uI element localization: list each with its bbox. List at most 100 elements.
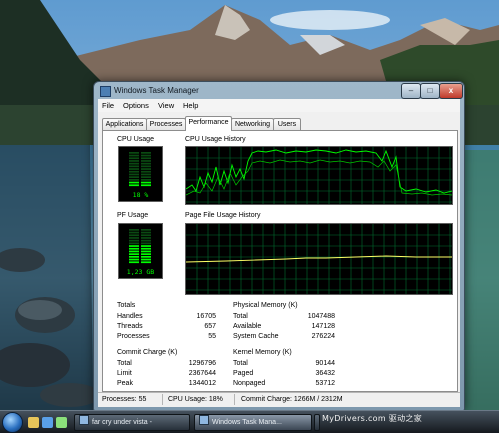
meter-segment-dim [141, 176, 151, 178]
meter-segment-dim [141, 165, 151, 168]
switch-windows-icon[interactable] [56, 417, 67, 428]
meter-segment-dim [141, 231, 151, 234]
commit-row-limit: Limit 2367644 [117, 370, 216, 380]
stat-value: 2367644 [188, 370, 216, 377]
meter-segment-dim [129, 170, 139, 173]
task-manager-window: Windows Task Manager – □ x File Options … [93, 81, 465, 411]
browser-window-icon [79, 415, 89, 425]
page-file-history-graph [185, 223, 453, 295]
menu-help[interactable]: Help [183, 101, 198, 110]
menu-file[interactable]: File [102, 101, 114, 110]
pf-history-chart [186, 224, 452, 294]
meter-segment-dim [129, 234, 139, 237]
stat-value: 147128 [311, 323, 335, 330]
totals-title: Totals [117, 302, 136, 309]
meter-segment-dim [141, 160, 151, 162]
meter-segment-dim [129, 237, 139, 239]
commit-charge-title: Commit Charge (K) [117, 349, 178, 356]
kernel-row-nonpaged: Nonpaged 53712 [233, 380, 335, 390]
stat-value: 1344012 [188, 380, 216, 387]
commit-row-total: Total 1296796 [117, 360, 216, 370]
taskbar-button-far-cry[interactable]: far cry under vista - [74, 414, 190, 431]
meter-segment-lit [129, 256, 139, 258]
close-button[interactable]: x [439, 83, 463, 99]
meter-segment-dim [129, 229, 139, 231]
meter-segment-dim [141, 162, 151, 165]
meter-segment-dim [129, 154, 139, 157]
cpu-history-line-a [186, 149, 452, 194]
meter-segment-dim [141, 157, 151, 160]
meter-segment-lit [129, 247, 139, 250]
taskbar-button-task-manager[interactable]: Windows Task Mana... [194, 414, 312, 431]
totals-row-threads: Threads 657 [117, 323, 216, 333]
meter-segment-lit [141, 250, 151, 253]
tab-processes[interactable]: Processes [146, 118, 186, 130]
minimize-button[interactable]: – [401, 83, 421, 99]
menu-view[interactable]: View [158, 101, 174, 110]
internet-explorer-icon[interactable] [42, 417, 53, 428]
commit-charge-group: Commit Charge (K) Total 1296796 Limit 23… [117, 349, 216, 391]
tab-users[interactable]: Users [273, 118, 301, 130]
meter-segment-dim [141, 239, 151, 242]
tab-networking[interactable]: Networking [231, 118, 274, 130]
meter-segment-lit [129, 258, 139, 261]
pf-usage-title: PF Usage [117, 212, 149, 219]
totals-row-processes: Processes 55 [117, 333, 216, 343]
meter-segment-lit [129, 184, 139, 187]
stat-label: Available [233, 323, 262, 330]
meter-segment-dim [141, 242, 151, 245]
taskbar-button-label: Windows Task Mana... [212, 419, 282, 426]
cpu-usage-history-graph [185, 146, 453, 205]
kernel-row-paged: Paged 36432 [233, 370, 335, 380]
taskbar: far cry under vista - Windows Task Mana.… [0, 410, 499, 433]
stat-label: Handles [117, 313, 143, 320]
commit-row-peak: Peak 1344012 [117, 380, 216, 390]
meter-segment-dim [129, 179, 139, 181]
stat-label: Nonpaged [233, 380, 266, 387]
status-bar: Processes: 55 CPU Usage: 18% Commit Char… [98, 392, 460, 407]
kernel-row-total: Total 90144 [233, 360, 335, 370]
meter-segment-lit [129, 250, 139, 253]
meter-segment-dim [141, 173, 151, 176]
meter-segment-dim [129, 152, 139, 154]
kernel-memory-group: Kernel Memory (K) Total 90144 Paged 3643… [233, 349, 335, 391]
status-cpu-usage: CPU Usage: 18% [168, 396, 223, 403]
taskbar-button-label: far cry under vista - [92, 419, 152, 426]
window-client-area: File Options View Help Applications Proc… [98, 99, 460, 407]
stat-label: Threads [117, 323, 143, 330]
stat-label: Paged [233, 370, 254, 377]
pf-usage-meter: 1,23 GB [118, 223, 163, 279]
meter-segment-dim [129, 168, 139, 170]
title-bar[interactable]: Windows Task Manager – □ x [94, 82, 464, 99]
cpu-usage-title: CPU Usage [117, 136, 154, 143]
meter-segment-dim [129, 242, 139, 245]
cpu-usage-meter: 18 % [118, 146, 163, 202]
tab-applications[interactable]: Applications [102, 118, 147, 130]
status-commit-charge: Commit Charge: 1266M / 2312M [241, 396, 343, 403]
physical-memory-row-system-cache: System Cache 276224 [233, 333, 335, 343]
stat-label: Total [117, 360, 132, 367]
menu-options[interactable]: Options [123, 101, 149, 110]
meter-segment-dim [141, 237, 151, 239]
physical-memory-title: Physical Memory (K) [233, 302, 298, 309]
maximize-button[interactable]: □ [420, 83, 440, 99]
status-divider [162, 394, 163, 405]
start-button-icon[interactable] [2, 412, 23, 433]
tab-performance[interactable]: Performance [185, 116, 232, 131]
pf-usage-meter-bars [129, 229, 151, 264]
pf-usage-value: 1,23 GB [126, 268, 155, 276]
stat-label: Processes [117, 333, 150, 340]
meter-segment-lit [141, 181, 151, 184]
taskbar-button-extra[interactable] [314, 414, 320, 431]
cpu-usage-history-title: CPU Usage History [185, 136, 246, 143]
meter-segment-lit [129, 245, 139, 247]
stat-label: System Cache [233, 333, 279, 340]
performance-panel: CPU Usage 18 % CPU Usage History PF Usag… [102, 130, 458, 392]
meter-segment-dim [141, 154, 151, 157]
show-desktop-icon[interactable] [28, 417, 39, 428]
stat-value: 276224 [311, 333, 335, 340]
meter-segment-lit [129, 261, 139, 264]
status-processes: Processes: 55 [102, 396, 147, 403]
meter-segment-lit [129, 181, 139, 184]
physical-memory-group: Physical Memory (K) Total 1047488 Availa… [233, 302, 335, 344]
